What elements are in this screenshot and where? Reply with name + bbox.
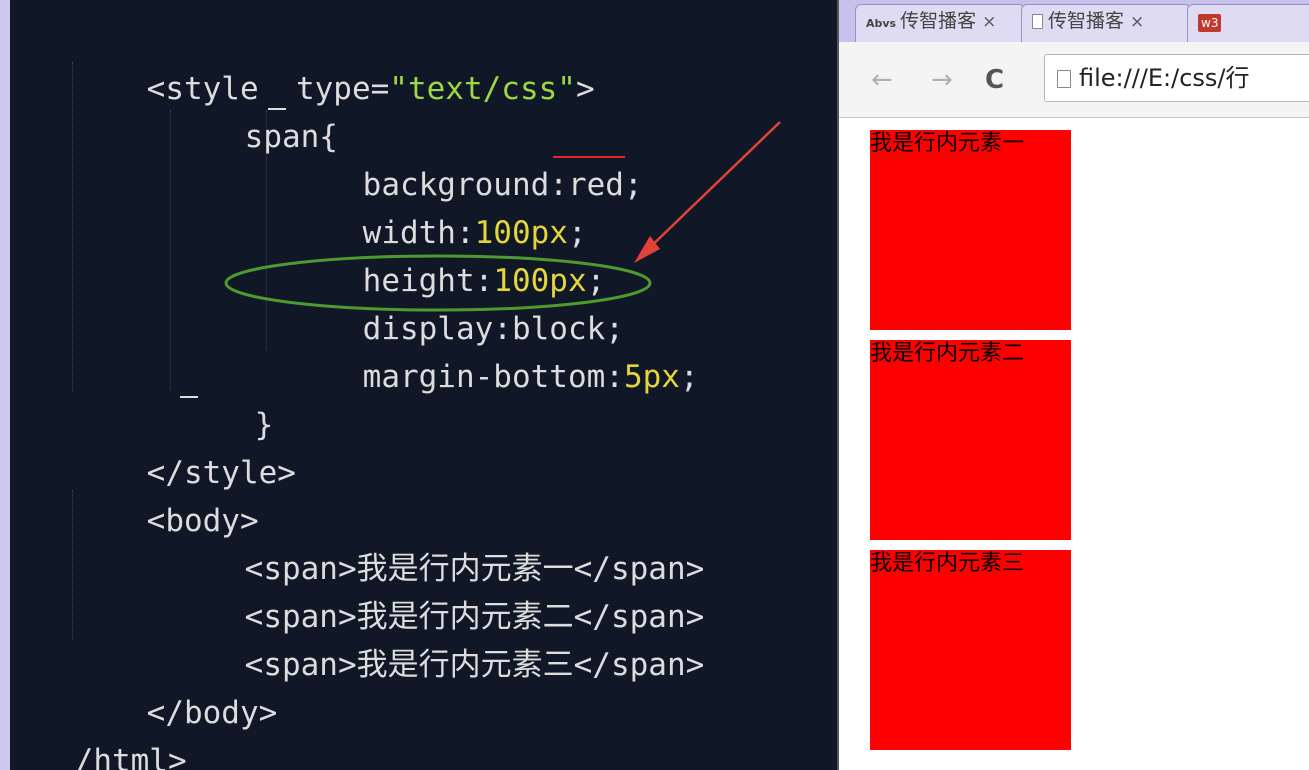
tab-3[interactable]: w3: [1187, 4, 1309, 42]
span-block-2: 我是行内元素二: [870, 340, 1071, 540]
tab-strip: Abvs 传智播客 × 传智播客 × w3: [839, 0, 1309, 42]
annotation-overlay: [224, 121, 781, 312]
address-text: file:///E:/css/行: [1079, 64, 1250, 92]
tab-title: 传智播客: [900, 10, 977, 32]
page-icon: [1057, 70, 1071, 88]
back-button[interactable]: ←: [871, 66, 893, 94]
code-editor[interactable]: <style type="text/css"> span{ background…: [10, 0, 837, 770]
annotation-arrow: [641, 121, 781, 256]
tab-1[interactable]: Abvs 传智播客 ×: [855, 4, 1025, 42]
browser-toolbar: ← → C file:///E:/css/行: [839, 42, 1309, 118]
span-block-1: 我是行内元素一: [870, 130, 1071, 330]
reload-button[interactable]: C: [985, 66, 1004, 94]
page-icon: [1032, 14, 1043, 29]
address-bar[interactable]: file:///E:/css/行: [1044, 54, 1309, 102]
w3-icon: w3: [1198, 14, 1222, 32]
close-icon[interactable]: ×: [982, 12, 996, 32]
browser-window: Abvs 传智播客 × 传智播客 × w3 ← → C file:///E:/css/…: [837, 0, 1309, 770]
tab-2[interactable]: 传智播客 ×: [1021, 4, 1191, 42]
span-block-3: 我是行内元素三: [870, 550, 1071, 750]
abvs-icon: Abvs: [866, 17, 897, 30]
forward-button[interactable]: →: [931, 66, 953, 94]
highlight-ellipse: [224, 254, 652, 312]
tab-title: 传智播客: [1048, 10, 1125, 32]
close-icon[interactable]: ×: [1130, 12, 1144, 32]
